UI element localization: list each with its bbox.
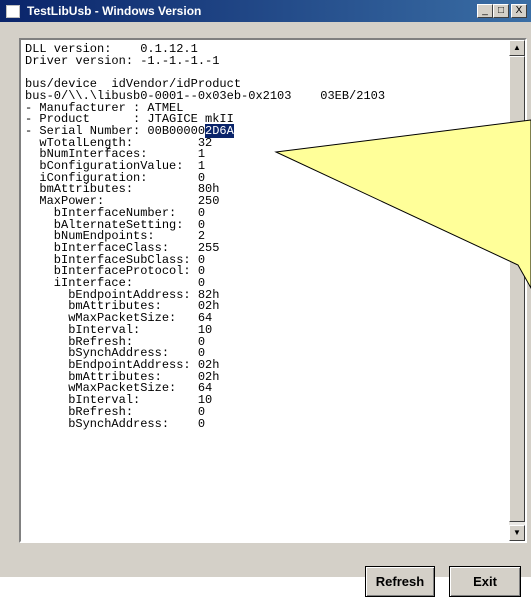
vertical-scrollbar[interactable]: ▲ ▼ (509, 40, 525, 541)
app-window: TestLibUsb - Windows Version _ □ X DLL v… (0, 0, 531, 597)
exit-button[interactable]: Exit (449, 566, 521, 597)
refresh-button[interactable]: Refresh (365, 566, 435, 597)
output-textbox[interactable]: DLL version: 0.1.12.1 Driver version: -1… (19, 38, 527, 543)
maximize-button[interactable]: □ (493, 4, 509, 18)
scroll-down-arrow-icon[interactable]: ▼ (509, 525, 525, 541)
output-text[interactable]: DLL version: 0.1.12.1 Driver version: -1… (25, 43, 505, 431)
scroll-up-arrow-icon[interactable]: ▲ (509, 40, 525, 56)
output-text-after: wTotalLength: 32 bNumInterfaces: 1 bConf… (39, 135, 220, 431)
title-bar[interactable]: TestLibUsb - Windows Version _ □ X (0, 0, 531, 22)
minimize-button[interactable]: _ (477, 4, 493, 18)
app-icon (6, 5, 20, 18)
window-title: TestLibUsb - Windows Version (27, 4, 202, 18)
scrollbar-thumb[interactable] (509, 56, 525, 522)
close-button[interactable]: X (511, 4, 527, 18)
